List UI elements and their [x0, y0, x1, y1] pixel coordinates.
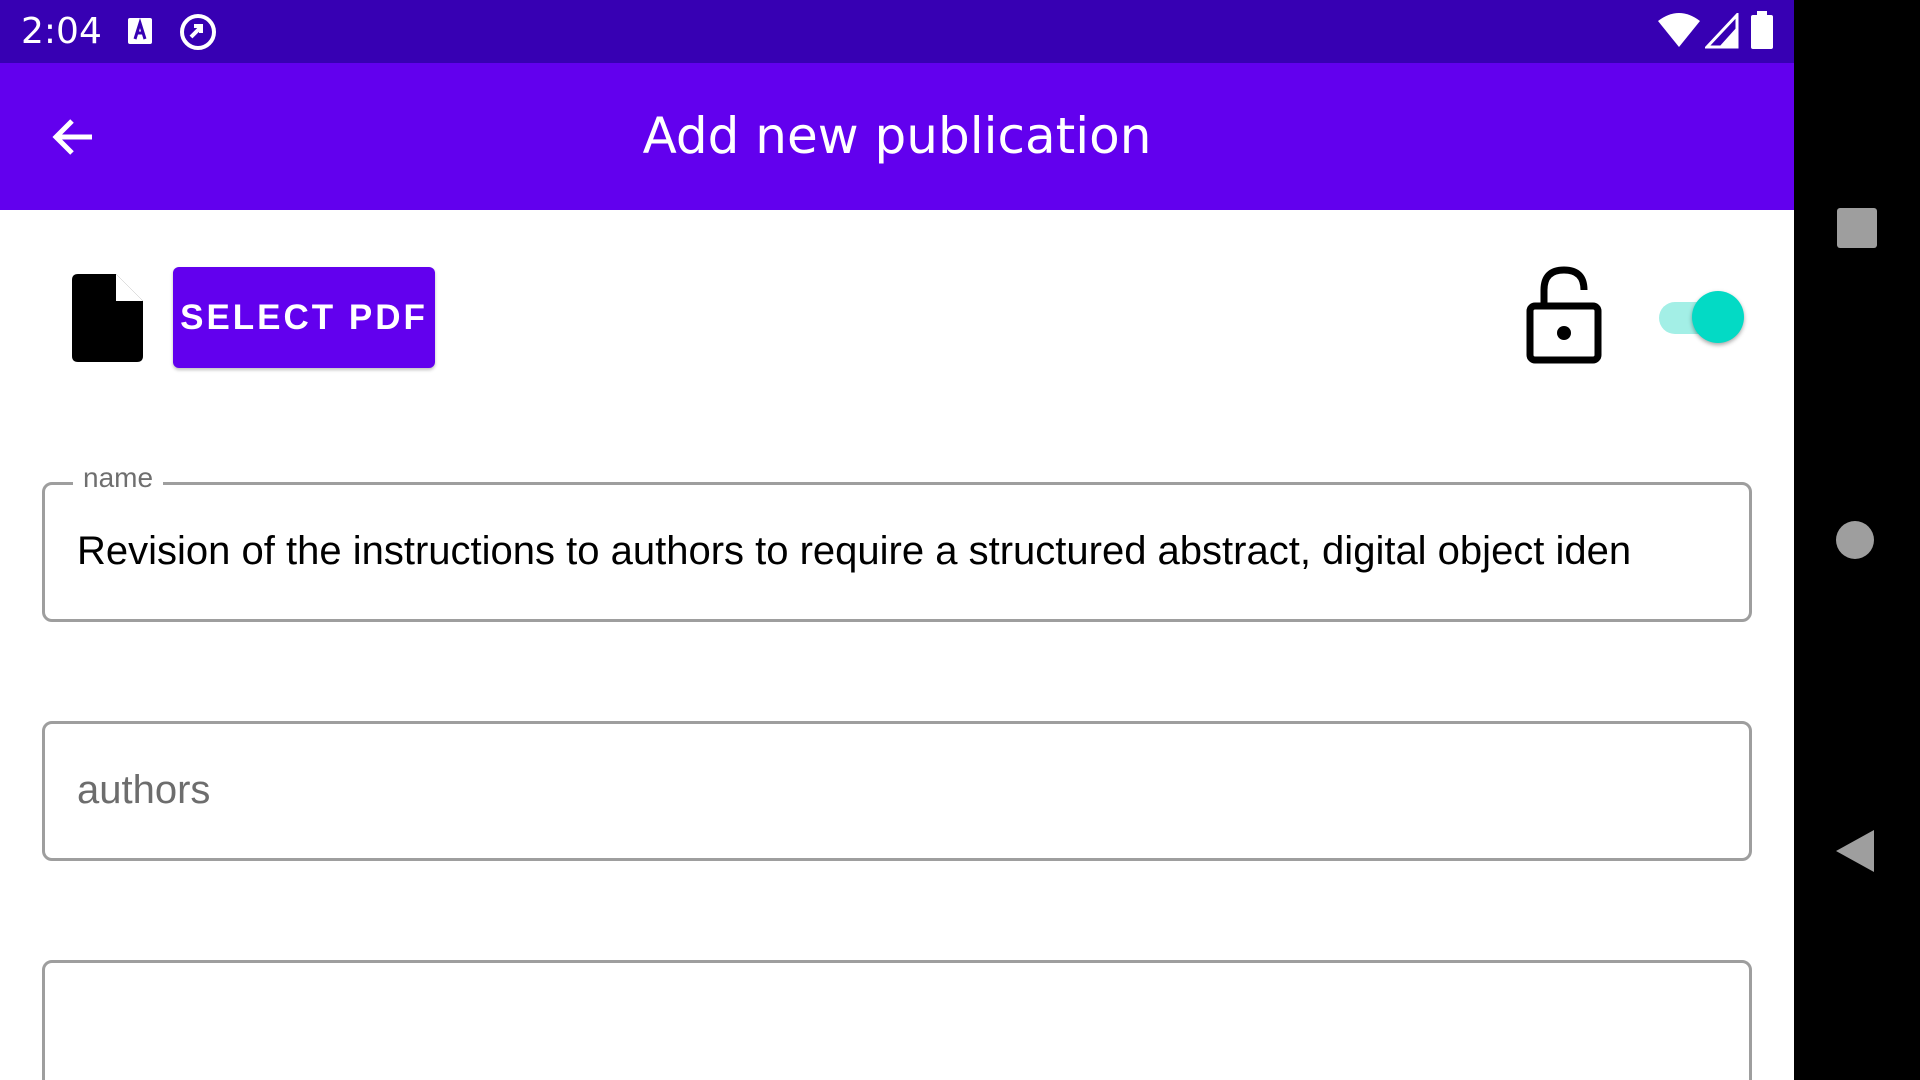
recents-icon[interactable] [1837, 208, 1877, 248]
lock-open-icon [1526, 266, 1602, 364]
a-notification-icon [128, 17, 152, 44]
status-time: 2:04 [21, 11, 102, 52]
name-field[interactable]: name Revision of the instructions to aut… [42, 462, 1752, 622]
toggle-thumb [1692, 291, 1744, 343]
name-field-label: name [73, 462, 164, 494]
system-nav-bar [1794, 0, 1920, 1080]
authors-field-placeholder: authors [77, 768, 211, 812]
page-title: Add new publication [642, 107, 1152, 165]
sync-icon [180, 14, 216, 50]
third-field[interactable] [42, 960, 1752, 1080]
select-pdf-button[interactable]: SELECT PDF [173, 267, 435, 368]
status-bar: 2:04 [0, 0, 1794, 63]
authors-field[interactable]: authors [42, 721, 1752, 861]
app-screen: 2:04 Add new publication SELECT PDF name… [0, 0, 1794, 1080]
app-bar: Add new publication [0, 63, 1794, 210]
wifi-icon [1658, 13, 1700, 47]
back-icon[interactable] [1834, 828, 1876, 874]
name-field-value[interactable]: Revision of the instructions to authors … [77, 527, 1719, 575]
cell-signal-icon [1705, 13, 1739, 49]
file-icon [72, 274, 143, 362]
battery-icon [1751, 11, 1773, 49]
home-icon[interactable] [1836, 521, 1874, 559]
private-toggle[interactable] [1656, 289, 1748, 345]
